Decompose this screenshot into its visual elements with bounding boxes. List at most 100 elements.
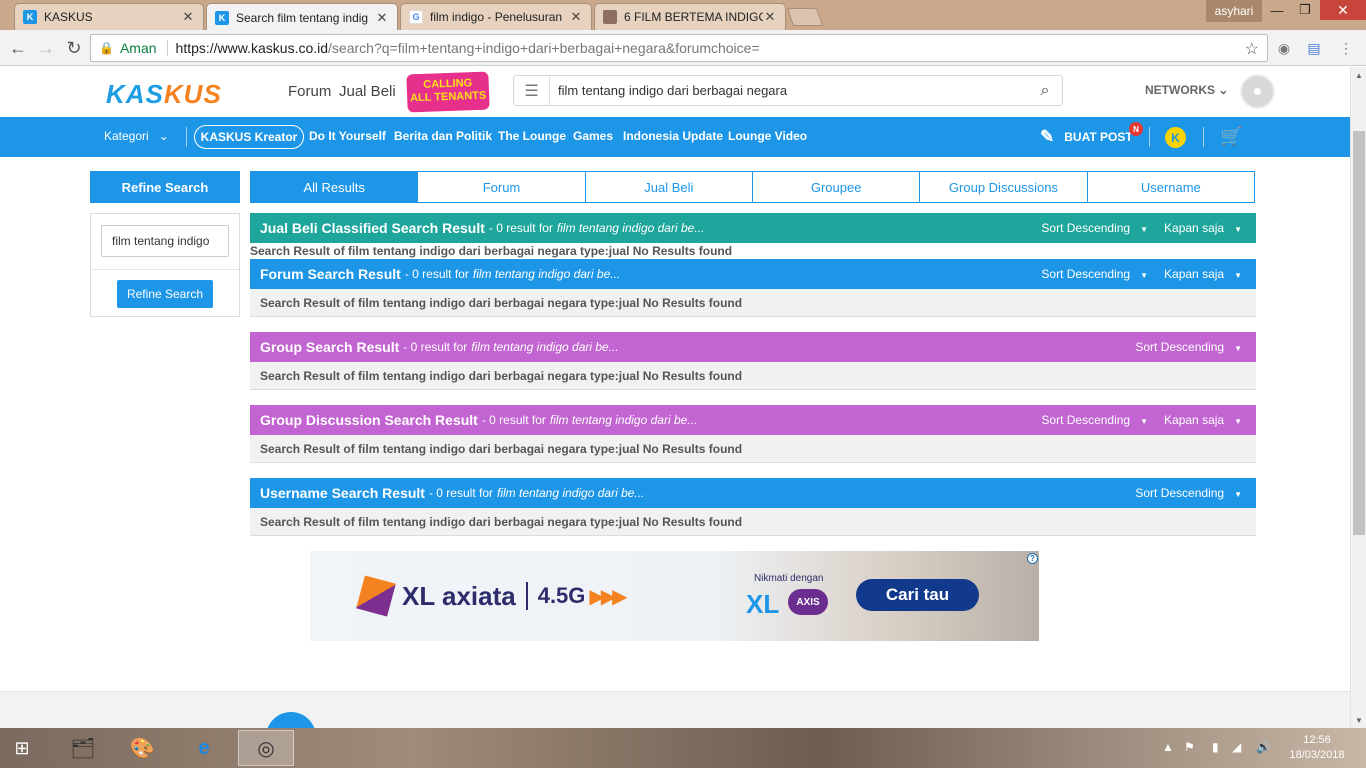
browser-tab-google[interactable]: G film indigo - Penelusuran ✕: [400, 3, 592, 30]
chrome-taskbar-icon[interactable]: ◎: [238, 730, 294, 766]
caret-down-icon: ▼: [1140, 225, 1149, 234]
ad-brand-text: XL axiata: [402, 580, 516, 611]
chrome-menu-icon[interactable]: ⋮: [1336, 38, 1356, 58]
refine-search-button[interactable]: Refine Search: [117, 280, 213, 308]
nav-item-the-lounge[interactable]: The Lounge: [498, 129, 566, 143]
ad-arrows-icon: ▶▶▶: [589, 585, 627, 608]
kaskus-favicon-icon: K: [215, 10, 229, 25]
minimize-icon[interactable]: —: [1262, 0, 1292, 20]
maximize-icon[interactable]: ❐: [1290, 0, 1320, 20]
internet-explorer-icon[interactable]: e: [176, 730, 232, 766]
kaskus-chat-icon[interactable]: K: [1165, 127, 1186, 148]
xl-cube-icon: [356, 575, 396, 617]
close-tab-icon[interactable]: ✕: [763, 9, 777, 25]
system-clock[interactable]: 12:56 18/03/2018: [1284, 733, 1350, 763]
nav-item-lounge-video[interactable]: Lounge Video: [728, 129, 807, 143]
network-warning-icon[interactable]: ⚑: [1184, 740, 1195, 754]
tab-username[interactable]: Username: [1086, 172, 1254, 202]
time-dropdown[interactable]: Kapan saja ▼: [1164, 221, 1242, 235]
scroll-thumb[interactable]: [1353, 131, 1365, 535]
header-link-jual-beli[interactable]: Jual Beli: [339, 83, 396, 100]
networks-label: NETWORKS: [1145, 83, 1215, 97]
tray-expand-icon[interactable]: ▲: [1162, 740, 1174, 754]
ad-network-text: 4.5G: [537, 583, 586, 608]
result-query: film tentang indigo dari be...: [556, 221, 705, 235]
nav-kaskus-kreator[interactable]: KASKUS Kreator: [194, 125, 304, 149]
xl-axiata-ad-banner[interactable]: XL axiata 4.5G ▶▶▶ Nikmati dengan XL AXI…: [310, 551, 1039, 641]
scroll-down-icon[interactable]: ▼: [1351, 712, 1366, 728]
browser-toolbar: ← → ↻ 🔒 Aman https://www.kaskus.co.id/se…: [0, 30, 1366, 66]
chevron-down-icon: ⌄: [1218, 83, 1229, 97]
tab-forum[interactable]: Forum: [417, 172, 585, 202]
calling-all-tenants-banner[interactable]: CALLING ALL TENANTS: [406, 71, 490, 113]
time-dropdown[interactable]: Kapan saja ▼: [1164, 267, 1242, 281]
windows-start-icon[interactable]: ⊞: [8, 735, 36, 761]
caret-down-icon: ▼: [1140, 271, 1149, 280]
cart-icon[interactable]: 🛒: [1220, 126, 1242, 147]
secure-label: Aman: [119, 40, 157, 56]
browser-tab-search[interactable]: K Search film tentang indig ✕: [206, 3, 398, 31]
chrome-profile-button[interactable]: asyhari: [1206, 0, 1262, 22]
ad-cta-button[interactable]: Cari tau: [856, 579, 979, 611]
header-link-forum[interactable]: Forum: [288, 83, 331, 100]
battery-icon[interactable]: ▮: [1212, 740, 1219, 754]
result-count: - 0 result for: [428, 486, 493, 500]
networks-dropdown[interactable]: NETWORKS ⌄: [1145, 83, 1228, 97]
nav-item-indonesia-update[interactable]: Indonesia Update: [623, 129, 723, 143]
refine-search-input[interactable]: [101, 225, 229, 257]
result-title: Forum Search Result: [260, 266, 401, 282]
kategori-label: Kategori: [104, 129, 149, 143]
forward-icon[interactable]: →: [34, 36, 58, 60]
docs-extension-icon[interactable]: ▤: [1304, 38, 1324, 58]
tab-group-discussions[interactable]: Group Discussions: [919, 172, 1087, 202]
reload-icon[interactable]: ↻: [62, 36, 86, 60]
nav-item-berita-politik[interactable]: Berita dan Politik: [394, 129, 492, 143]
browser-tab-kaskus[interactable]: K KASKUS ✕: [14, 3, 204, 30]
bookmark-star-icon[interactable]: ☆: [1245, 39, 1259, 59]
avatar[interactable]: ●: [1240, 74, 1275, 109]
site-favicon-icon: [603, 10, 617, 24]
back-icon[interactable]: ←: [6, 36, 30, 60]
close-window-icon[interactable]: ✕: [1320, 0, 1366, 20]
scroll-up-icon[interactable]: ▲: [1351, 67, 1366, 83]
kaskus-page: KASKUS Forum Jual Beli CALLING ALL TENAN…: [0, 67, 1350, 728]
nav-item-diy[interactable]: Do It Yourself: [309, 129, 386, 143]
sort-dropdown[interactable]: Sort Descending ▼: [1135, 486, 1242, 500]
browser-tab-film[interactable]: 6 FILM BERTEMA INDIGO ✕: [594, 3, 786, 30]
nav-divider: [1203, 127, 1204, 147]
address-bar[interactable]: 🔒 Aman https://www.kaskus.co.id/search?q…: [90, 34, 1268, 62]
close-tab-icon[interactable]: ✕: [181, 9, 195, 25]
signal-icon[interactable]: ◢: [1232, 740, 1241, 754]
tab-all-results[interactable]: All Results: [251, 172, 418, 202]
result-title: Group Discussion Search Result: [260, 412, 478, 428]
sort-dropdown[interactable]: Sort Descending ▼: [1041, 267, 1148, 281]
sort-dropdown[interactable]: Sort Descending ▼: [1135, 340, 1242, 354]
result-query: film tentang indigo dari be...: [497, 486, 645, 500]
site-search-input[interactable]: [550, 83, 1028, 98]
close-tab-icon[interactable]: ✕: [569, 9, 583, 25]
kategori-dropdown[interactable]: Kategori ⌄: [104, 129, 169, 143]
close-tab-icon[interactable]: ✕: [375, 10, 389, 26]
sort-label: Sort Descending: [1041, 267, 1131, 281]
sort-dropdown[interactable]: Sort Descending ▼: [1041, 221, 1148, 235]
hamburger-menu-icon[interactable]: ☰: [514, 76, 550, 105]
search-icon[interactable]: ⌕: [1028, 82, 1062, 100]
nav-item-games[interactable]: Games: [573, 129, 613, 143]
time-dropdown[interactable]: Kapan saja ▼: [1164, 413, 1242, 427]
forum-no-results: Search Result of film tentang indigo dar…: [250, 289, 1256, 317]
site-header: KASKUS Forum Jual Beli CALLING ALL TENAN…: [0, 67, 1350, 117]
paint-icon[interactable]: 🎨: [114, 730, 170, 766]
ad-info-icon[interactable]: ?: [1027, 553, 1038, 564]
sort-dropdown[interactable]: Sort Descending ▼: [1041, 413, 1148, 427]
ad-axis-logo: AXIS: [788, 589, 828, 615]
tab-jual-beli[interactable]: Jual Beli: [584, 172, 752, 202]
new-tab-button[interactable]: [786, 8, 824, 26]
volume-icon[interactable]: 🔊: [1256, 740, 1271, 754]
tab-groupee[interactable]: Groupee: [751, 172, 920, 202]
buat-post-button[interactable]: ✎ BUAT POST: [1040, 127, 1133, 147]
username-result-header: Username Search Result - 0 result for fi…: [250, 478, 1256, 508]
page-scrollbar[interactable]: ▲ ▼: [1350, 67, 1366, 728]
extension-icon[interactable]: ◉: [1274, 38, 1294, 58]
file-explorer-icon[interactable]: 🗂: [55, 730, 111, 766]
kaskus-logo[interactable]: KASKUS: [106, 79, 222, 110]
